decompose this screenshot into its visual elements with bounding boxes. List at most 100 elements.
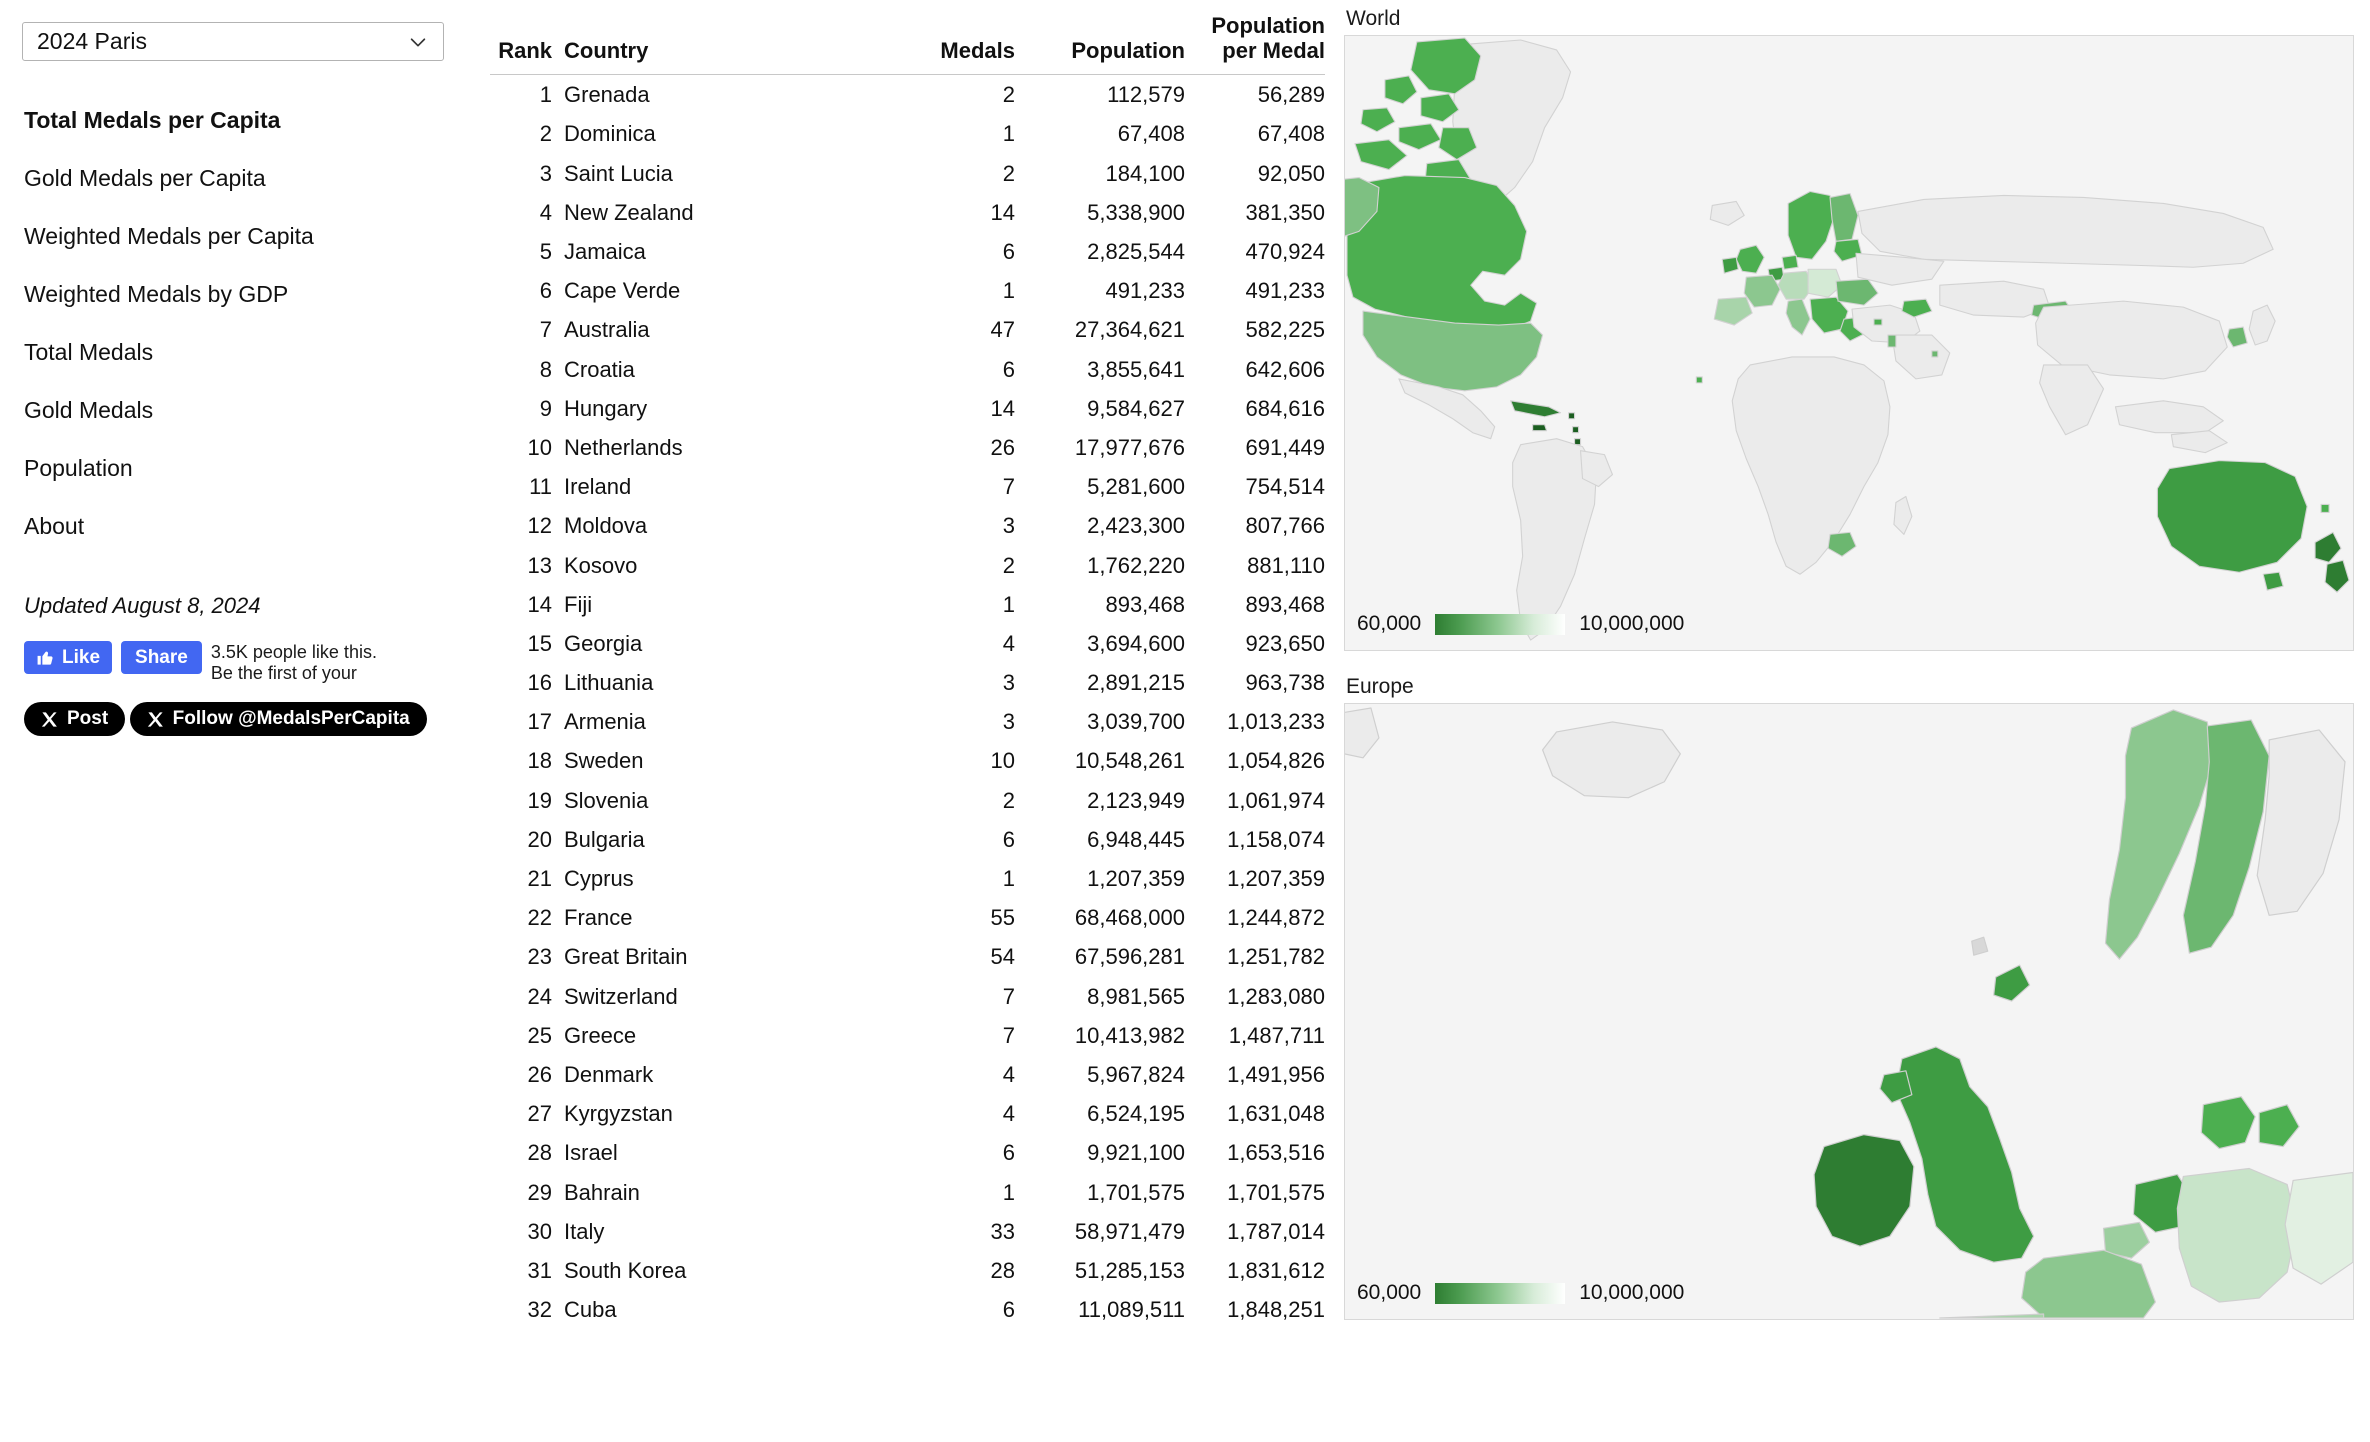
social-buttons: Like Share 3.5K people like this. Be the… xyxy=(22,641,480,737)
cell-population: 1,701,575 xyxy=(1087,1179,1185,1205)
table-row[interactable]: 27 Kyrgyzstan 4 6,524,195 1,631,048 xyxy=(490,1094,1325,1133)
column-header-medals[interactable]: Medals xyxy=(875,14,1015,76)
table-row[interactable]: 12 Moldova 3 2,423,300 807,766 xyxy=(490,506,1325,545)
sidebar-item-label: Total Medals xyxy=(24,338,154,365)
table-row[interactable]: 7 Australia 47 27,364,621 582,225 xyxy=(490,310,1325,349)
cell-population-per-medal: 881,110 xyxy=(1247,552,1325,578)
table-row[interactable]: 29 Bahrain 1 1,701,575 1,701,575 xyxy=(490,1173,1325,1212)
cell-population: 58,971,479 xyxy=(1074,1218,1185,1244)
table-row[interactable]: 3 Saint Lucia 2 184,100 92,050 xyxy=(490,154,1325,193)
table-row[interactable]: 14 Fiji 1 893,468 893,468 xyxy=(490,585,1325,624)
sidebar-item-weighted-medals-per-capita[interactable]: Weighted Medals per Capita xyxy=(22,207,480,265)
games-select[interactable]: 2024 Paris xyxy=(22,22,444,61)
table-row[interactable]: 15 Georgia 4 3,694,600 923,650 xyxy=(490,624,1325,663)
table-header-row: Rank Country Medals Population Populatio… xyxy=(490,13,1325,76)
maps-panel: World 60,000 10,000,000 Europe 60,000 10… xyxy=(1344,8,2354,1320)
table-row[interactable]: 4 New Zealand 14 5,338,900 381,350 xyxy=(490,193,1325,232)
cell-rank: 31 xyxy=(527,1257,552,1283)
cell-population: 2,123,949 xyxy=(1087,787,1185,813)
cell-rank: 22 xyxy=(527,905,552,931)
europe-map-frame[interactable]: 60,000 10,000,000 xyxy=(1344,703,2354,1320)
table-row[interactable]: 19 Slovenia 2 2,123,949 1,061,974 xyxy=(490,781,1325,820)
table-row[interactable]: 11 Ireland 7 5,281,600 754,514 xyxy=(490,467,1325,506)
cell-population-per-medal: 1,013,233 xyxy=(1227,709,1325,735)
x-follow-button[interactable]: Follow @MedalsPerCapita xyxy=(129,702,427,737)
table-row[interactable]: 1 Grenada 2 112,579 56,289 xyxy=(490,75,1325,115)
column-header-country[interactable]: Country xyxy=(552,14,875,76)
sidebar: 2024 Paris Total Medals per Capita Gold … xyxy=(0,0,480,1442)
cell-population-per-medal: 1,487,711 xyxy=(1228,1022,1325,1048)
cell-medals: 26 xyxy=(990,434,1015,460)
world-map-frame[interactable]: 60,000 10,000,000 xyxy=(1344,35,2354,651)
sidebar-item-population[interactable]: Population xyxy=(22,439,480,497)
cell-population-per-medal: 1,848,251 xyxy=(1227,1297,1325,1323)
cell-population: 11,089,511 xyxy=(1078,1297,1185,1323)
sidebar-item-total-medals[interactable]: Total Medals xyxy=(22,323,480,381)
cell-country: Grenada xyxy=(564,82,650,108)
cell-population-per-medal: 491,233 xyxy=(1245,278,1325,304)
table-row[interactable]: 22 France 55 68,468,000 1,244,872 xyxy=(490,898,1325,937)
x-post-label: Post xyxy=(67,708,109,730)
column-header-rank[interactable]: Rank xyxy=(490,14,552,76)
facebook-share-button[interactable]: Share xyxy=(121,641,202,674)
cell-rank: 11 xyxy=(529,474,552,500)
column-header-population[interactable]: Population xyxy=(1015,14,1185,76)
table-row[interactable]: 17 Armenia 3 3,039,700 1,013,233 xyxy=(490,702,1325,741)
cell-population-per-medal: 684,616 xyxy=(1245,395,1325,421)
cell-medals: 14 xyxy=(990,395,1015,421)
table-row[interactable]: 21 Cyprus 1 1,207,359 1,207,359 xyxy=(490,859,1325,898)
sidebar-item-label: Weighted Medals per Capita xyxy=(24,222,314,249)
table-row[interactable]: 10 Netherlands 26 17,977,676 691,449 xyxy=(490,428,1325,467)
table-row[interactable]: 25 Greece 7 10,413,982 1,487,711 xyxy=(490,1016,1325,1055)
sidebar-item-gold-medals-per-capita[interactable]: Gold Medals per Capita xyxy=(22,149,480,207)
cell-rank: 19 xyxy=(527,787,552,813)
table-row[interactable]: 5 Jamaica 6 2,825,544 470,924 xyxy=(490,232,1325,271)
cell-population: 27,364,621 xyxy=(1074,317,1185,343)
cell-population: 2,891,215 xyxy=(1087,670,1185,696)
x-post-button[interactable]: Post xyxy=(24,702,126,737)
sidebar-item-total-medals-per-capita[interactable]: Total Medals per Capita xyxy=(22,91,480,149)
table-row[interactable]: 30 Italy 33 58,971,479 1,787,014 xyxy=(490,1212,1325,1251)
table-body: 1 Grenada 2 112,579 56,289 2 Dominica 1 67,408 67… xyxy=(490,75,1325,1330)
table-row[interactable]: 8 Croatia 6 3,855,641 642,606 xyxy=(490,350,1325,389)
cell-rank: 26 xyxy=(527,1061,552,1087)
sidebar-item-weighted-medals-by-gdp[interactable]: Weighted Medals by GDP xyxy=(22,265,480,323)
cell-rank: 12 xyxy=(527,513,552,539)
table-row[interactable]: 2 Dominica 1 67,408 67,408 xyxy=(490,114,1325,153)
column-header-population-per-medal[interactable]: Population per Medal xyxy=(1185,13,1325,76)
world-legend-gradient-bar xyxy=(1435,613,1566,635)
table-row[interactable]: 23 Great Britain 54 67,596,281 1,251,782 xyxy=(490,937,1325,976)
cell-population: 17,977,676 xyxy=(1074,434,1185,460)
facebook-like-button[interactable]: Like xyxy=(24,641,113,674)
table-row[interactable]: 28 Israel 6 9,921,100 1,653,516 xyxy=(490,1133,1325,1172)
cell-medals: 54 xyxy=(990,944,1015,970)
sidebar-item-about[interactable]: About xyxy=(22,497,480,555)
table-row[interactable]: 16 Lithuania 3 2,891,215 963,738 xyxy=(490,663,1325,702)
table-row[interactable]: 31 South Korea 28 51,285,153 1,831,612 xyxy=(490,1251,1325,1290)
table-row[interactable]: 6 Cape Verde 1 491,233 491,233 xyxy=(490,271,1325,310)
europe-legend-gradient-bar xyxy=(1435,1282,1566,1304)
cell-rank: 14 xyxy=(527,591,552,617)
cell-country: Hungary xyxy=(564,395,648,421)
cell-population-per-medal: 1,787,014 xyxy=(1227,1218,1325,1244)
table-row[interactable]: 20 Bulgaria 6 6,948,445 1,158,074 xyxy=(490,820,1325,859)
table-row[interactable]: 24 Switzerland 7 8,981,565 1,283,080 xyxy=(490,977,1325,1016)
cell-rank: 10 xyxy=(527,434,552,460)
table-row[interactable]: 32 Cuba 6 11,089,511 1,848,251 xyxy=(490,1290,1325,1329)
world-map-block: World 60,000 10,000,000 xyxy=(1344,8,2354,651)
cell-population-per-medal: 1,653,516 xyxy=(1227,1140,1325,1166)
table-row[interactable]: 26 Denmark 4 5,967,824 1,491,956 xyxy=(490,1055,1325,1094)
cell-population: 51,285,153 xyxy=(1074,1257,1185,1283)
table-row[interactable]: 18 Sweden 10 10,548,261 1,054,826 xyxy=(490,741,1325,780)
cell-country: Great Britain xyxy=(564,944,688,970)
cell-population: 68,468,000 xyxy=(1074,905,1185,931)
cell-rank: 5 xyxy=(539,239,552,264)
cell-rank: 32 xyxy=(527,1297,552,1323)
table-row[interactable]: 13 Kosovo 2 1,762,220 881,110 xyxy=(490,546,1325,585)
cell-rank: 13 xyxy=(527,552,552,578)
cell-medals: 4 xyxy=(1002,1101,1015,1127)
cell-rank: 16 xyxy=(527,670,552,696)
sidebar-item-gold-medals[interactable]: Gold Medals xyxy=(22,381,480,439)
cell-rank: 2 xyxy=(539,121,552,147)
table-row[interactable]: 9 Hungary 14 9,584,627 684,616 xyxy=(490,389,1325,428)
